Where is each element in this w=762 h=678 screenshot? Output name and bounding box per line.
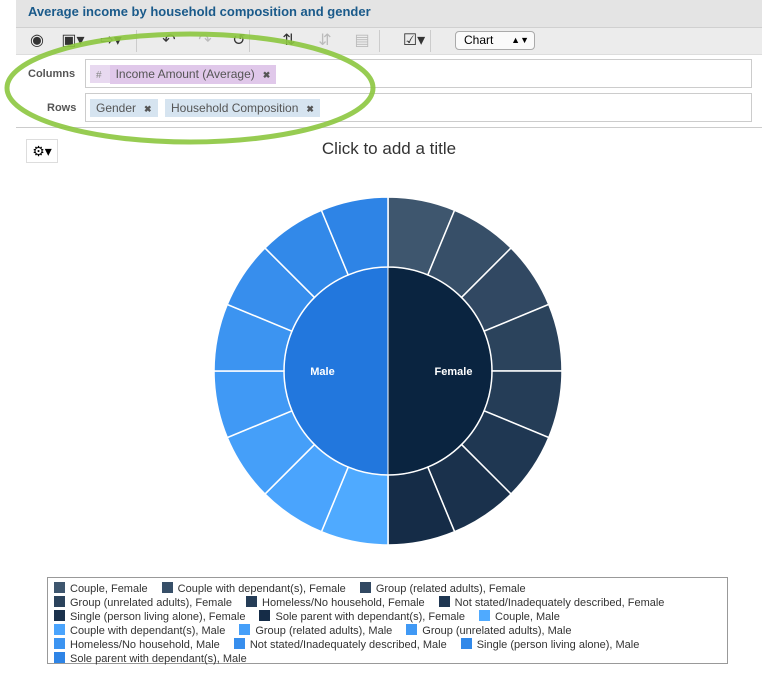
legend-swatch	[161, 582, 173, 593]
legend-label: Homeless/No household, Male	[70, 639, 220, 651]
chart-legend: Couple, Female Couple with dependant(s), …	[47, 577, 728, 666]
legend-item[interactable]: Couple with dependant(s), Female	[161, 582, 346, 596]
legend-swatch	[54, 582, 65, 593]
legend-item[interactable]: Group (related adults), Male	[239, 624, 392, 638]
legend-swatch	[54, 610, 65, 621]
legend-item[interactable]: Couple, Female	[54, 582, 148, 596]
legend-swatch	[406, 624, 418, 635]
legend-label: Not stated/Inadequately described, Male	[249, 639, 447, 651]
legend-swatch	[460, 638, 472, 649]
legend-item[interactable]: Sole parent with dependant(s), Male	[54, 652, 247, 666]
legend-label: Single (person living alone), Male	[476, 639, 640, 651]
legend-swatch	[259, 610, 271, 621]
legend-label: Group (related adults), Female	[375, 583, 526, 595]
legend-item[interactable]: Group (unrelated adults), Male	[406, 624, 571, 638]
legend-swatch	[54, 624, 65, 635]
legend-label: Homeless/No household, Female	[262, 597, 425, 609]
legend-swatch	[479, 610, 491, 621]
legend-item[interactable]: Single (person living alone), Female	[54, 610, 245, 624]
legend-swatch	[54, 638, 65, 649]
legend-swatch	[54, 652, 65, 663]
legend-label: Single (person living alone), Female	[70, 611, 246, 623]
legend-label: Not stated/Inadequately described, Femal…	[454, 597, 665, 609]
legend-label: Couple with dependant(s), Male	[70, 625, 226, 637]
legend-item[interactable]: Homeless/No household, Male	[54, 638, 220, 652]
legend-label: Group (related adults), Male	[255, 625, 393, 637]
legend-label: Sole parent with dependant(s), Female	[275, 611, 466, 623]
legend-label: Group (unrelated adults), Female	[70, 597, 233, 609]
legend-label: Couple, Female	[70, 583, 148, 595]
legend-item[interactable]: Couple with dependant(s), Male	[54, 624, 225, 638]
legend-item[interactable]: Couple, Male	[479, 610, 560, 624]
legend-label: Couple, Male	[495, 611, 560, 623]
legend-item[interactable]: Not stated/Inadequately described, Male	[233, 638, 447, 652]
legend-item[interactable]: Sole parent with dependant(s), Female	[259, 610, 465, 624]
inner-slice-label: Female	[435, 366, 473, 378]
legend-swatch	[438, 596, 450, 607]
legend-item[interactable]: Not stated/Inadequately described, Femal…	[438, 596, 665, 610]
legend-swatch	[359, 582, 371, 593]
legend-item[interactable]: Single (person living alone), Male	[460, 638, 640, 652]
legend-item[interactable]: Group (unrelated adults), Female	[54, 596, 232, 610]
legend-label: Group (unrelated adults), Male	[422, 625, 572, 637]
legend-swatch	[246, 596, 258, 607]
legend-swatch	[233, 638, 245, 649]
legend-item[interactable]: Group (related adults), Female	[359, 582, 526, 596]
legend-swatch	[239, 624, 251, 635]
legend-swatch	[54, 596, 65, 607]
inner-slice-label: Male	[310, 366, 334, 378]
legend-label: Sole parent with dependant(s), Male	[70, 653, 247, 665]
legend-item[interactable]: Homeless/No household, Female	[246, 596, 425, 610]
legend-label: Couple with dependant(s), Female	[177, 583, 346, 595]
